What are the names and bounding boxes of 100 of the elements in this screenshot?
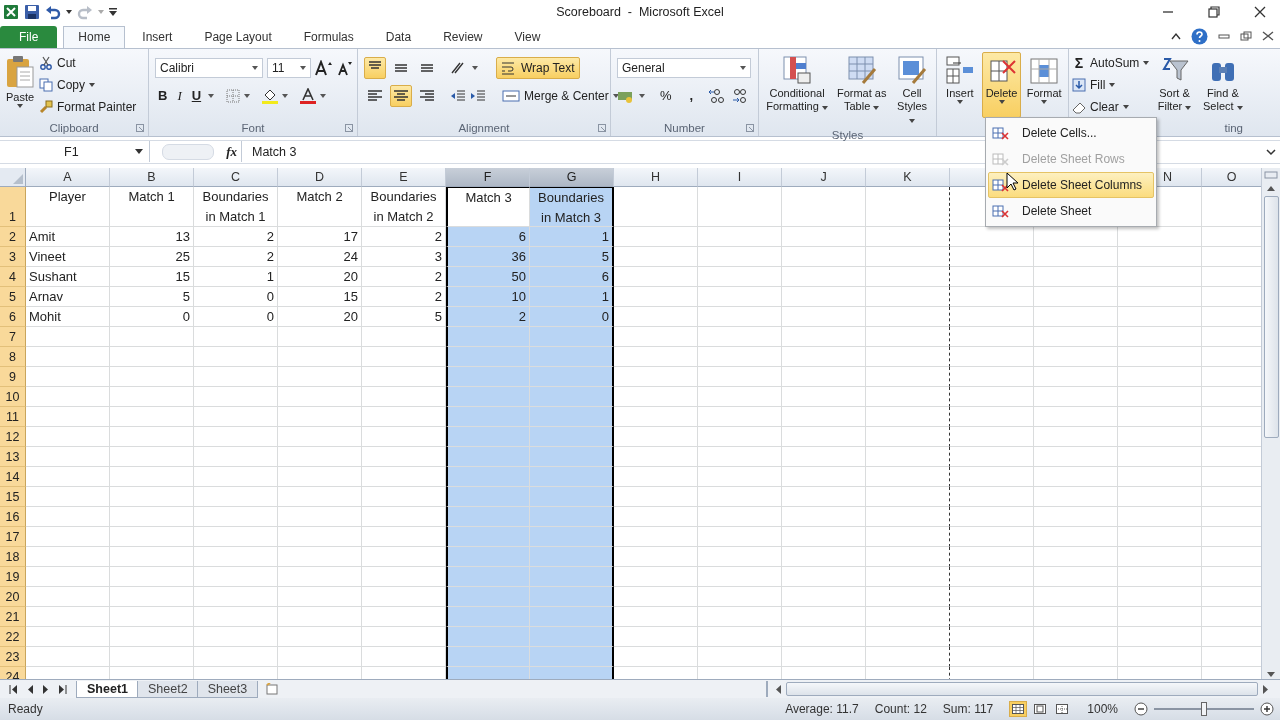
row-header[interactable]: 20 <box>0 586 26 607</box>
format-painter-button[interactable]: Format Painter <box>57 99 137 114</box>
autosum-button[interactable]: AutoSum <box>1090 55 1140 70</box>
table-cell: 0 <box>530 306 614 327</box>
delete-button[interactable]: Delete <box>981 51 1022 118</box>
row-header[interactable]: 14 <box>0 466 26 487</box>
table-cell: 2 <box>194 246 278 267</box>
menu-item[interactable]: Delete Sheet Columns <box>988 172 1154 198</box>
column-header[interactable]: C <box>194 167 278 187</box>
ribbon-tab[interactable]: Home <box>63 25 126 48</box>
table-cell: 1 <box>530 226 614 247</box>
ribbon-tab[interactable]: File <box>0 25 58 48</box>
row-header[interactable]: 13 <box>0 446 26 467</box>
column-header[interactable]: K <box>866 167 950 187</box>
column-header[interactable]: O <box>1202 167 1261 187</box>
wrap-text-button[interactable]: Wrap Text <box>496 56 580 79</box>
row-header[interactable]: 6 <box>0 306 26 327</box>
sum-readout: Sum: 117 <box>942 702 994 717</box>
row-header[interactable]: 3 <box>0 246 26 267</box>
format-button[interactable]: Format <box>1023 51 1065 114</box>
average-readout: Average: 11.7 <box>785 702 859 717</box>
table-cell: 20 <box>278 266 362 287</box>
row-header[interactable]: 17 <box>0 526 26 547</box>
row-header[interactable]: 1 <box>0 186 26 227</box>
percent-button[interactable]: % <box>657 88 675 104</box>
table-cell: 1 <box>530 286 614 307</box>
column-header[interactable]: I <box>698 167 782 187</box>
bold-button[interactable]: B <box>155 88 171 104</box>
column-header[interactable]: H <box>614 167 698 187</box>
row-header[interactable]: 19 <box>0 566 26 587</box>
column-header[interactable]: B <box>110 167 194 187</box>
row-header[interactable]: 5 <box>0 286 26 307</box>
clear-button[interactable]: Clear <box>1090 99 1119 114</box>
row-header[interactable]: 23 <box>0 646 26 667</box>
table-cell: 20 <box>278 306 362 327</box>
ribbon-tab[interactable]: Formulas <box>288 25 369 48</box>
table-cell: 15 <box>278 286 362 307</box>
table-cell: 0 <box>194 306 278 327</box>
table-cell: Amit <box>26 226 110 247</box>
sheet-tab[interactable]: Sheet2 <box>137 680 199 698</box>
sheet-tab[interactable]: Sheet3 <box>196 680 259 698</box>
cell-styles-button[interactable]: Cell Styles <box>891 51 933 129</box>
table-cell: 10 <box>446 286 530 307</box>
copy-button[interactable]: Copy <box>57 77 85 92</box>
column-header[interactable]: D <box>278 167 362 187</box>
column-header[interactable]: J <box>782 167 866 187</box>
sort-filter-button[interactable]: Sort & Filter <box>1151 51 1198 116</box>
column-header[interactable]: A <box>26 167 110 187</box>
table-cell: 25 <box>110 246 194 267</box>
cut-button[interactable]: Cut <box>57 55 76 70</box>
insert-button[interactable]: Insert <box>940 51 980 114</box>
row-header[interactable]: 12 <box>0 426 26 447</box>
row-header[interactable]: 18 <box>0 546 26 567</box>
row-header[interactable]: 2 <box>0 226 26 247</box>
ribbon-tab[interactable]: Review <box>428 25 498 48</box>
row-header[interactable]: 9 <box>0 366 26 387</box>
font-name-field[interactable]: Calibri <box>155 57 263 78</box>
row-header[interactable]: 16 <box>0 506 26 527</box>
row-header[interactable]: 11 <box>0 406 26 427</box>
table-cell: Match 2 <box>278 186 362 227</box>
paste-button[interactable]: Paste <box>3 51 37 114</box>
conditional-formatting-button[interactable]: Conditional Formatting <box>762 51 833 116</box>
zoom-level[interactable]: 100% <box>1087 702 1118 717</box>
format-as-table-button[interactable]: Format as Table <box>834 51 890 116</box>
ribbon-tab[interactable]: Data <box>370 25 427 48</box>
merge-center-button[interactable]: Merge & Center <box>502 88 619 103</box>
column-header[interactable]: E <box>362 167 446 187</box>
underline-button[interactable]: U <box>188 88 205 104</box>
italic-button[interactable]: I <box>174 87 185 104</box>
column-header[interactable]: G <box>530 167 614 187</box>
table-cell: Boundaries in Match 3 <box>530 186 614 227</box>
row-header[interactable]: 8 <box>0 346 26 367</box>
row-header[interactable]: 10 <box>0 386 26 407</box>
menu-item[interactable]: Delete Sheet <box>988 198 1154 224</box>
ribbon-tab[interactable]: Insert <box>127 25 188 48</box>
menu-item[interactable]: Delete Cells... <box>988 120 1154 146</box>
number-format-field[interactable]: General <box>617 57 751 78</box>
insert-function-button[interactable]: fx <box>226 143 237 160</box>
column-header[interactable]: F <box>446 167 530 187</box>
table-cell: 6 <box>446 226 530 247</box>
table-cell: Arnav <box>26 286 110 307</box>
font-size-field[interactable]: 11 <box>267 57 311 78</box>
name-box[interactable]: F1 <box>0 141 150 163</box>
sheet-tab[interactable]: Sheet1 <box>76 680 139 698</box>
group-label: Clipboard <box>49 121 99 134</box>
row-header[interactable]: 4 <box>0 266 26 287</box>
table-cell: 50 <box>446 266 530 287</box>
table-cell: 17 <box>278 226 362 247</box>
find-select-button[interactable]: Find & Select <box>1199 51 1246 116</box>
formula-input[interactable]: Match 3 <box>242 144 297 159</box>
ribbon-tab[interactable]: View <box>499 25 556 48</box>
comma-button[interactable]: , <box>686 88 697 104</box>
row-header[interactable]: 7 <box>0 326 26 347</box>
ribbon-tab[interactable]: Page Layout <box>189 25 287 48</box>
fill-button[interactable]: Fill <box>1090 77 1106 92</box>
row-header[interactable]: 21 <box>0 606 26 627</box>
table-cell: Player <box>26 186 110 227</box>
table-cell: 0 <box>110 306 194 327</box>
row-header[interactable]: 15 <box>0 486 26 507</box>
row-header[interactable]: 22 <box>0 626 26 647</box>
